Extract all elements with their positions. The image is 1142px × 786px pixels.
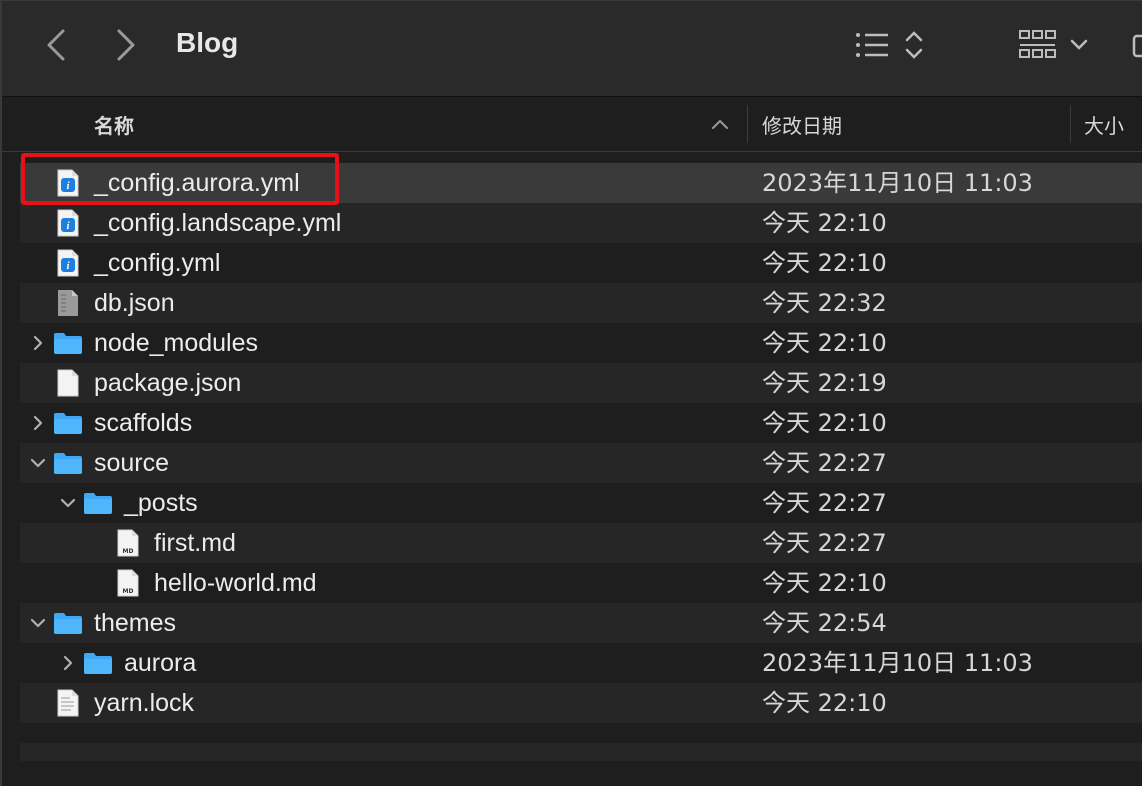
file-row[interactable]: scaffolds 今天 22:10 [20,403,1142,443]
file-name: yarn.lock [94,689,195,717]
json-file-icon [53,289,83,317]
back-button[interactable] [36,25,76,65]
file-name: source [94,449,170,477]
date-modified: 今天 22:32 [762,289,887,317]
file-name: hello-world.md [154,569,317,597]
file-row[interactable]: MD first.md 今天 22:27 [20,523,1142,563]
file-name: themes [94,609,176,637]
date-modified: 今天 22:27 [762,489,887,517]
disclosure-chevron-right-icon[interactable] [28,413,48,433]
file-name: aurora [124,649,197,677]
disclosure-chevron-down-icon[interactable] [58,493,78,513]
column-header: 名称 修改日期 大小 [2,97,1142,152]
folder-icon [53,409,83,437]
column-divider[interactable] [747,105,748,143]
file-name: first.md [154,529,236,557]
date-modified: 今天 22:10 [762,329,887,357]
date-modified: 2023年11月10日 11:03 [762,649,1033,677]
column-date-modified[interactable]: 修改日期 [762,97,842,151]
disclosure-chevron-down-icon[interactable] [28,453,48,473]
file-name: scaffolds [94,409,193,437]
date-modified: 今天 22:10 [762,209,887,237]
date-modified: 今天 22:10 [762,569,887,597]
file-row[interactable]: yarn.lock 今天 22:10 [20,683,1142,723]
file-name: db.json [94,289,175,317]
finder-window: Blog 名称 修改日期 大小 i _config.aurora.yml 202… [0,0,1142,786]
list-view-button[interactable] [854,25,926,65]
file-name: _posts [124,489,198,517]
file-row[interactable]: themes 今天 22:54 [20,603,1142,643]
column-size[interactable]: 大小 [1084,97,1124,151]
disclosure-chevron-right-icon[interactable] [58,653,78,673]
svg-text:MD: MD [123,588,134,595]
date-modified: 今天 22:54 [762,609,887,637]
date-modified: 今天 22:10 [762,409,887,437]
share-button[interactable] [1132,25,1142,65]
window-title: Blog [176,27,239,58]
column-name[interactable]: 名称 [94,97,134,151]
file-list: i _config.aurora.yml 2023年11月10日 11:03 i _co… [20,163,1142,723]
list-view-icon [856,31,923,59]
date-modified: 今天 22:10 [762,249,887,277]
file-row[interactable]: MD hello-world.md 今天 22:10 [20,563,1142,603]
document-icon [53,369,83,397]
file-row[interactable]: i _config.yml 今天 22:10 [20,243,1142,283]
file-row[interactable]: _posts 今天 22:27 [20,483,1142,523]
file-row[interactable]: source 今天 22:27 [20,443,1142,483]
folder-icon [83,489,113,517]
date-modified: 今天 22:27 [762,529,887,557]
yaml-file-icon: i [53,249,83,277]
text-file-icon [53,689,83,717]
file-name: _config.yml [94,249,221,277]
disclosure-chevron-right-icon[interactable] [28,333,48,353]
group-view-button[interactable] [1018,25,1098,65]
file-row[interactable]: db.json 今天 22:32 [20,283,1142,323]
chevron-right-icon [117,29,135,61]
file-row[interactable]: aurora 2023年11月10日 11:03 [20,643,1142,683]
yaml-file-icon: i [53,209,83,237]
date-modified: 今天 22:27 [762,449,887,477]
folder-icon [53,329,83,357]
folder-icon [53,609,83,637]
chevron-up-icon [712,119,728,129]
file-name: _config.aurora.yml [94,169,300,197]
chevron-left-icon [47,29,65,61]
column-divider[interactable] [1070,105,1071,143]
disclosure-chevron-down-icon[interactable] [28,613,48,633]
date-modified: 今天 22:19 [762,369,887,397]
file-row[interactable]: i _config.aurora.yml 2023年11月10日 11:03 [20,163,1142,203]
yaml-file-icon: i [53,169,83,197]
svg-text:MD: MD [123,548,134,555]
date-modified: 今天 22:10 [762,689,887,717]
grid-icon [1019,30,1088,58]
markdown-file-icon: MD [113,569,143,597]
file-name: package.json [94,369,242,397]
file-name: node_modules [94,329,259,357]
date-modified: 2023年11月10日 11:03 [762,169,1033,197]
file-row[interactable]: package.json 今天 22:19 [20,363,1142,403]
toolbar: Blog [2,1,1142,97]
file-row[interactable]: i _config.landscape.yml 今天 22:10 [20,203,1142,243]
share-icon [1132,34,1142,58]
forward-button[interactable] [106,25,146,65]
folder-icon [83,649,113,677]
file-row[interactable]: node_modules 今天 22:10 [20,323,1142,363]
sort-ascending-button[interactable] [708,113,732,139]
markdown-file-icon: MD [113,529,143,557]
folder-icon [53,449,83,477]
file-name: _config.landscape.yml [94,209,342,237]
empty-row [20,743,1142,761]
